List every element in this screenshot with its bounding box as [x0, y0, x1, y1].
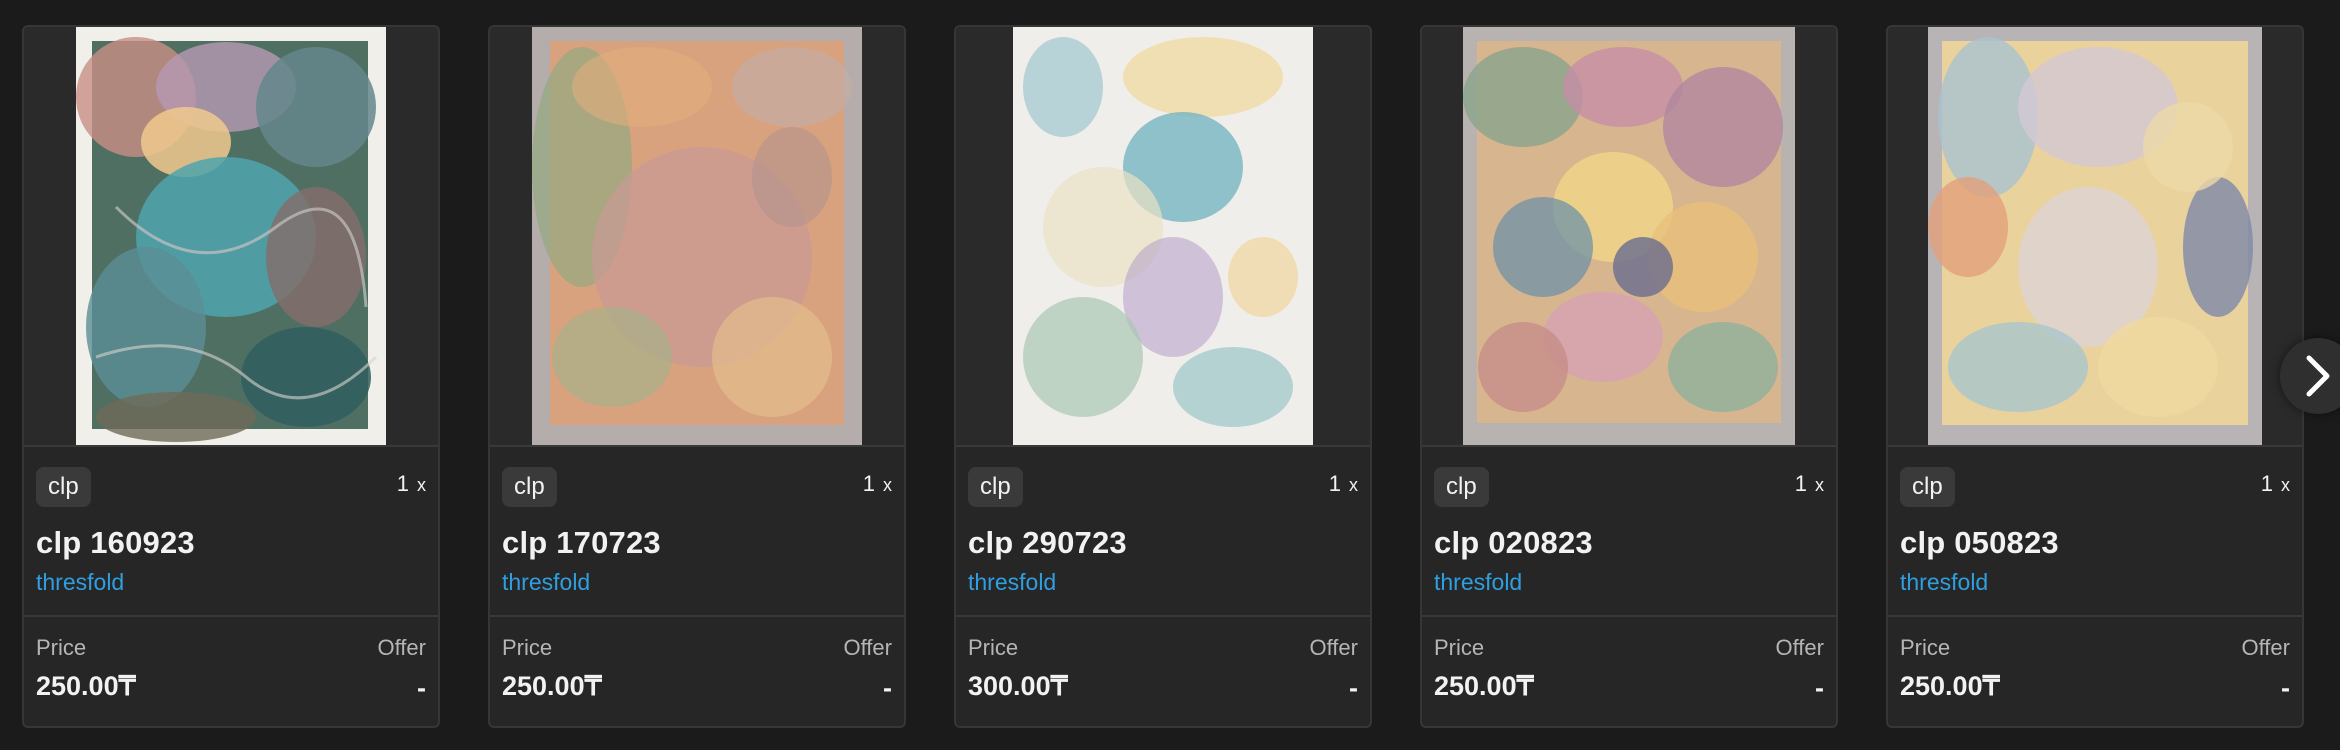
price-section: Price Offer 300.00₸ -	[956, 617, 1370, 726]
price-value: 250.00₸	[1900, 671, 2000, 701]
artwork-thumbnail[interactable]	[956, 27, 1370, 447]
artwork-card[interactable]: clp 1x clp 050823 thresfold Price Offer …	[1886, 25, 2304, 728]
artwork-card[interactable]: clp 1x clp 290723 thresfold Price Offer …	[954, 25, 1372, 728]
artwork-title[interactable]: clp 160923	[36, 525, 426, 561]
quantity-value: 1	[1794, 471, 1807, 496]
offer-label: Offer	[2241, 635, 2290, 660]
quantity: 1x	[1329, 471, 1358, 497]
collection-tag[interactable]: clp	[968, 467, 1023, 507]
price-label: Price	[968, 635, 1019, 660]
price-section: Price Offer 250.00₸ -	[24, 617, 438, 726]
price-section: Price Offer 250.00₸ -	[490, 617, 904, 726]
collection-tag[interactable]: clp	[1900, 467, 1955, 507]
artwork-card[interactable]: clp 1x clp 020823 thresfold Price Offer …	[1420, 25, 1838, 728]
artwork-image	[1463, 27, 1795, 445]
quantity-x: x	[1815, 475, 1824, 495]
quantity: 1x	[863, 471, 892, 497]
artwork-image	[76, 27, 386, 445]
artwork-thumbnail[interactable]	[24, 27, 438, 447]
collection-tag[interactable]: clp	[36, 467, 91, 507]
card-info: clp 1x clp 170723 thresfold	[490, 447, 904, 617]
price-value: 300.00₸	[968, 671, 1068, 701]
offer-value: -	[883, 673, 892, 703]
quantity-x: x	[417, 475, 426, 495]
quantity-value: 1	[2260, 471, 2273, 496]
offer-value: -	[2281, 673, 2290, 703]
quantity-value: 1	[396, 471, 409, 496]
artwork-card[interactable]: clp 1x clp 160923 thresfold Price Offer …	[22, 25, 440, 728]
artwork-carousel: clp 1x clp 160923 thresfold Price Offer …	[22, 25, 2304, 728]
quantity: 1x	[1795, 471, 1824, 497]
artist-link[interactable]: thresfold	[36, 569, 426, 596]
artwork-image	[532, 27, 862, 445]
artwork-thumbnail[interactable]	[1888, 27, 2302, 447]
artwork-image	[1928, 27, 2262, 445]
chevron-right-icon	[2306, 355, 2330, 397]
artwork-title[interactable]: clp 290723	[968, 525, 1358, 561]
quantity: 1x	[2261, 471, 2290, 497]
price-label: Price	[1434, 635, 1485, 660]
offer-label: Offer	[377, 635, 426, 660]
artwork-title[interactable]: clp 050823	[1900, 525, 2290, 561]
price-section: Price Offer 250.00₸ -	[1422, 617, 1836, 726]
artist-link[interactable]: thresfold	[1434, 569, 1824, 596]
offer-label: Offer	[1309, 635, 1358, 660]
price-label: Price	[502, 635, 553, 660]
offer-label: Offer	[1775, 635, 1824, 660]
collection-tag[interactable]: clp	[1434, 467, 1489, 507]
artwork-title[interactable]: clp 020823	[1434, 525, 1824, 561]
artwork-image	[1013, 27, 1313, 445]
price-value: 250.00₸	[1434, 671, 1534, 701]
price-value: 250.00₸	[502, 671, 602, 701]
quantity: 1x	[397, 471, 426, 497]
offer-label: Offer	[843, 635, 892, 660]
artist-link[interactable]: thresfold	[968, 569, 1358, 596]
quantity-x: x	[2281, 475, 2290, 495]
offer-value: -	[417, 673, 426, 703]
quantity-x: x	[1349, 475, 1358, 495]
card-info: clp 1x clp 020823 thresfold	[1422, 447, 1836, 617]
artwork-card[interactable]: clp 1x clp 170723 thresfold Price Offer …	[488, 25, 906, 728]
offer-value: -	[1349, 673, 1358, 703]
artist-link[interactable]: thresfold	[502, 569, 892, 596]
price-section: Price Offer 250.00₸ -	[1888, 617, 2302, 726]
artwork-thumbnail[interactable]	[1422, 27, 1836, 447]
card-info: clp 1x clp 290723 thresfold	[956, 447, 1370, 617]
quantity-x: x	[883, 475, 892, 495]
offer-value: -	[1815, 673, 1824, 703]
card-info: clp 1x clp 160923 thresfold	[24, 447, 438, 617]
price-label: Price	[1900, 635, 1951, 660]
artwork-thumbnail[interactable]	[490, 27, 904, 447]
price-value: 250.00₸	[36, 671, 136, 701]
quantity-value: 1	[862, 471, 875, 496]
price-label: Price	[36, 635, 87, 660]
artist-link[interactable]: thresfold	[1900, 569, 2290, 596]
card-info: clp 1x clp 050823 thresfold	[1888, 447, 2302, 617]
quantity-value: 1	[1328, 471, 1341, 496]
artwork-title[interactable]: clp 170723	[502, 525, 892, 561]
collection-tag[interactable]: clp	[502, 467, 557, 507]
